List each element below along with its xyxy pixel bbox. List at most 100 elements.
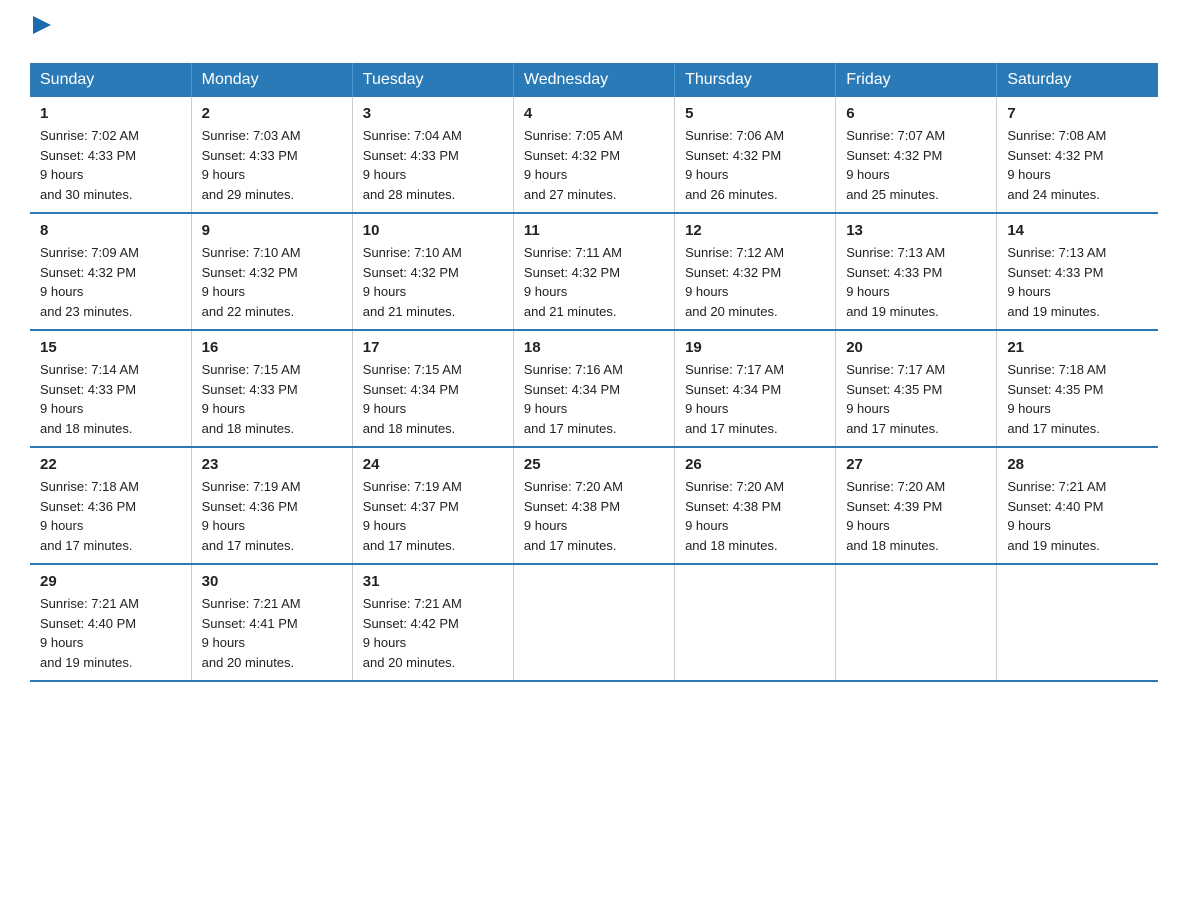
day-info: Sunrise: 7:04 AMSunset: 4:33 PM9 hours a… — [363, 126, 503, 204]
daylight-line: 9 hours and 17 minutes. — [40, 516, 181, 555]
day-info: Sunrise: 7:21 AMSunset: 4:40 PM9 hours a… — [40, 594, 181, 672]
calendar-cell: 30Sunrise: 7:21 AMSunset: 4:41 PM9 hours… — [191, 564, 352, 681]
day-number: 13 — [846, 222, 986, 239]
sunrise-line: Sunrise: 7:15 AM — [363, 360, 503, 380]
daylight-line: 9 hours and 20 minutes. — [363, 633, 503, 672]
calendar-cell: 28Sunrise: 7:21 AMSunset: 4:40 PM9 hours… — [997, 447, 1158, 564]
daylight-line: 9 hours and 18 minutes. — [846, 516, 986, 555]
sunset-line: Sunset: 4:36 PM — [40, 497, 181, 517]
calendar-cell: 10Sunrise: 7:10 AMSunset: 4:32 PM9 hours… — [352, 213, 513, 330]
daylight-line: 9 hours and 28 minutes. — [363, 165, 503, 204]
sunset-line: Sunset: 4:33 PM — [202, 380, 342, 400]
daylight-line: 9 hours and 26 minutes. — [685, 165, 825, 204]
calendar-cell — [836, 564, 997, 681]
daylight-line: 9 hours and 18 minutes. — [40, 399, 181, 438]
sunset-line: Sunset: 4:33 PM — [1007, 263, 1148, 283]
sunrise-line: Sunrise: 7:18 AM — [40, 477, 181, 497]
sunset-line: Sunset: 4:39 PM — [846, 497, 986, 517]
sunrise-line: Sunrise: 7:16 AM — [524, 360, 664, 380]
weekday-header-row: SundayMondayTuesdayWednesdayThursdayFrid… — [30, 63, 1158, 97]
day-number: 7 — [1007, 105, 1148, 122]
sunrise-line: Sunrise: 7:11 AM — [524, 243, 664, 263]
sunset-line: Sunset: 4:32 PM — [524, 263, 664, 283]
daylight-line: 9 hours and 17 minutes. — [202, 516, 342, 555]
day-info: Sunrise: 7:05 AMSunset: 4:32 PM9 hours a… — [524, 126, 664, 204]
day-info: Sunrise: 7:17 AMSunset: 4:34 PM9 hours a… — [685, 360, 825, 438]
calendar-cell: 5 Sunrise: 7:06 AMSunset: 4:32 PM9 hours … — [675, 97, 836, 213]
calendar-cell: 29 Sunrise: 7:21 AMSunset: 4:40 PM9 hours… — [30, 564, 191, 681]
sunset-line: Sunset: 4:34 PM — [685, 380, 825, 400]
calendar-cell: 14Sunrise: 7:13 AMSunset: 4:33 PM9 hours… — [997, 213, 1158, 330]
calendar-cell: 23Sunrise: 7:19 AMSunset: 4:36 PM9 hours… — [191, 447, 352, 564]
day-number: 28 — [1007, 456, 1148, 473]
day-info: Sunrise: 7:20 AMSunset: 4:38 PM9 hours a… — [685, 477, 825, 555]
day-info: Sunrise: 7:09 AMSunset: 4:32 PM9 hours a… — [40, 243, 181, 321]
daylight-line: 9 hours and 18 minutes. — [685, 516, 825, 555]
daylight-line: 9 hours and 19 minutes. — [40, 633, 181, 672]
daylight-line: 9 hours and 21 minutes. — [524, 282, 664, 321]
sunrise-line: Sunrise: 7:06 AM — [685, 126, 825, 146]
day-number: 25 — [524, 456, 664, 473]
day-number: 18 — [524, 339, 664, 356]
sunset-line: Sunset: 4:38 PM — [685, 497, 825, 517]
sunset-line: Sunset: 4:42 PM — [363, 614, 503, 634]
day-info: Sunrise: 7:07 AMSunset: 4:32 PM9 hours a… — [846, 126, 986, 204]
daylight-line: 9 hours and 17 minutes. — [524, 516, 664, 555]
sunrise-line: Sunrise: 7:03 AM — [202, 126, 342, 146]
daylight-line: 9 hours and 17 minutes. — [524, 399, 664, 438]
day-info: Sunrise: 7:10 AMSunset: 4:32 PM9 hours a… — [202, 243, 342, 321]
daylight-line: 9 hours and 19 minutes. — [1007, 282, 1148, 321]
daylight-line: 9 hours and 20 minutes. — [685, 282, 825, 321]
day-number: 5 — [685, 105, 825, 122]
calendar-cell: 17Sunrise: 7:15 AMSunset: 4:34 PM9 hours… — [352, 330, 513, 447]
day-info: Sunrise: 7:18 AMSunset: 4:35 PM9 hours a… — [1007, 360, 1148, 438]
day-info: Sunrise: 7:02 AMSunset: 4:33 PM9 hours a… — [40, 126, 181, 204]
daylight-line: 9 hours and 18 minutes. — [202, 399, 342, 438]
day-info: Sunrise: 7:16 AMSunset: 4:34 PM9 hours a… — [524, 360, 664, 438]
sunrise-line: Sunrise: 7:21 AM — [40, 594, 181, 614]
calendar-cell — [675, 564, 836, 681]
daylight-line: 9 hours and 25 minutes. — [846, 165, 986, 204]
sunset-line: Sunset: 4:33 PM — [40, 380, 181, 400]
day-info: Sunrise: 7:11 AMSunset: 4:32 PM9 hours a… — [524, 243, 664, 321]
week-row-2: 8 Sunrise: 7:09 AMSunset: 4:32 PM9 hours … — [30, 213, 1158, 330]
daylight-line: 9 hours and 30 minutes. — [40, 165, 181, 204]
sunrise-line: Sunrise: 7:07 AM — [846, 126, 986, 146]
day-info: Sunrise: 7:12 AMSunset: 4:32 PM9 hours a… — [685, 243, 825, 321]
day-info: Sunrise: 7:15 AMSunset: 4:33 PM9 hours a… — [202, 360, 342, 438]
weekday-header-tuesday: Tuesday — [352, 63, 513, 97]
day-number: 4 — [524, 105, 664, 122]
sunrise-line: Sunrise: 7:04 AM — [363, 126, 503, 146]
page-header — [30, 20, 1158, 43]
sunrise-line: Sunrise: 7:17 AM — [685, 360, 825, 380]
sunset-line: Sunset: 4:33 PM — [363, 146, 503, 166]
calendar-cell: 3 Sunrise: 7:04 AMSunset: 4:33 PM9 hours … — [352, 97, 513, 213]
day-info: Sunrise: 7:06 AMSunset: 4:32 PM9 hours a… — [685, 126, 825, 204]
logo — [30, 20, 51, 43]
calendar-cell: 20Sunrise: 7:17 AMSunset: 4:35 PM9 hours… — [836, 330, 997, 447]
week-row-1: 1Sunrise: 7:02 AMSunset: 4:33 PM9 hours … — [30, 97, 1158, 213]
calendar-cell: 8 Sunrise: 7:09 AMSunset: 4:32 PM9 hours … — [30, 213, 191, 330]
calendar-cell: 19Sunrise: 7:17 AMSunset: 4:34 PM9 hours… — [675, 330, 836, 447]
sunset-line: Sunset: 4:35 PM — [846, 380, 986, 400]
sunset-line: Sunset: 4:33 PM — [40, 146, 181, 166]
sunset-line: Sunset: 4:32 PM — [1007, 146, 1148, 166]
weekday-header-monday: Monday — [191, 63, 352, 97]
daylight-line: 9 hours and 17 minutes. — [363, 516, 503, 555]
day-number: 29 — [40, 573, 181, 590]
sunrise-line: Sunrise: 7:21 AM — [1007, 477, 1148, 497]
sunrise-line: Sunrise: 7:21 AM — [202, 594, 342, 614]
daylight-line: 9 hours and 17 minutes. — [685, 399, 825, 438]
sunset-line: Sunset: 4:32 PM — [363, 263, 503, 283]
day-number: 15 — [40, 339, 181, 356]
calendar-cell: 13Sunrise: 7:13 AMSunset: 4:33 PM9 hours… — [836, 213, 997, 330]
day-info: Sunrise: 7:17 AMSunset: 4:35 PM9 hours a… — [846, 360, 986, 438]
logo-triangle-icon — [33, 16, 51, 34]
sunset-line: Sunset: 4:32 PM — [202, 263, 342, 283]
calendar-cell: 1Sunrise: 7:02 AMSunset: 4:33 PM9 hours … — [30, 97, 191, 213]
sunrise-line: Sunrise: 7:13 AM — [1007, 243, 1148, 263]
day-number: 8 — [40, 222, 181, 239]
day-number: 22 — [40, 456, 181, 473]
day-number: 3 — [363, 105, 503, 122]
weekday-header-friday: Friday — [836, 63, 997, 97]
